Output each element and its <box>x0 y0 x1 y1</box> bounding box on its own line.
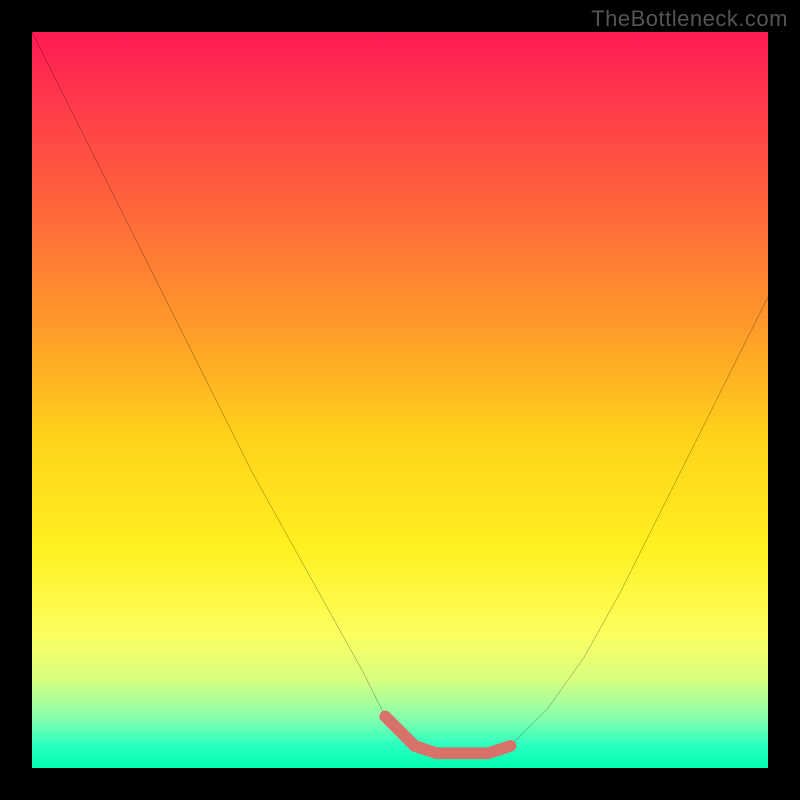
watermark-text: TheBottleneck.com <box>591 6 788 32</box>
chart-frame: TheBottleneck.com <box>0 0 800 800</box>
highlight-band <box>385 716 510 753</box>
plot-area <box>32 32 768 768</box>
curve-overlay <box>32 32 768 768</box>
bottleneck-curve <box>32 32 768 753</box>
